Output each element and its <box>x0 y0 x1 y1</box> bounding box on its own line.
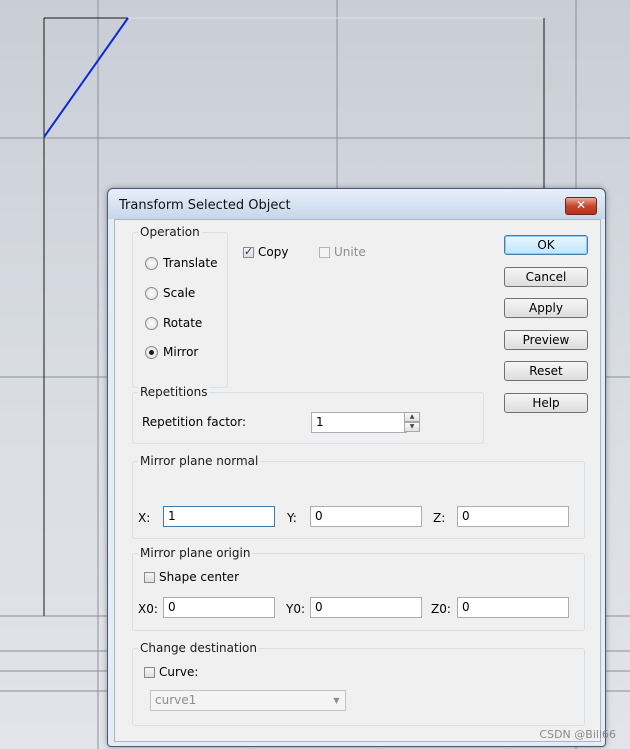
repetition-factor-input[interactable]: 1 <box>311 412 407 433</box>
radio-rotate[interactable]: Rotate <box>145 315 202 331</box>
repetitions-legend: Repetitions <box>138 385 210 399</box>
preview-button[interactable]: Preview <box>504 330 588 350</box>
curve-check-box[interactable] <box>144 666 155 678</box>
curve-dropdown[interactable]: curve1 ▼ <box>150 690 346 711</box>
shape-center-label: Shape center <box>159 570 239 584</box>
radio-label: Mirror <box>163 345 199 359</box>
radio-circle[interactable] <box>145 286 158 300</box>
mirror-origin-group: Mirror plane origin Shape center X0: 0 Y… <box>132 546 585 631</box>
cancel-button[interactable]: Cancel <box>504 267 588 287</box>
origin-y0-label: Y0: <box>286 602 306 616</box>
apply-button[interactable]: Apply <box>504 298 588 318</box>
selected-curve <box>43 17 129 138</box>
copy-checkbox[interactable]: Copy <box>243 245 288 259</box>
shape-center-check-box[interactable] <box>144 571 155 583</box>
dialog-body: Operation Translate Scale Rotate Mirror … <box>114 219 601 742</box>
copy-check-box[interactable] <box>243 245 254 258</box>
spin-up-icon[interactable]: ▲ <box>404 412 420 422</box>
radio-circle[interactable] <box>145 256 158 270</box>
radio-mirror[interactable]: Mirror <box>145 344 198 360</box>
radio-label: Scale <box>163 286 196 300</box>
normal-x-label: X: <box>138 511 151 525</box>
unite-label: Unite <box>334 245 366 259</box>
normal-y-label: Y: <box>287 511 297 525</box>
ok-button[interactable]: OK <box>504 235 588 255</box>
watermark: CSDN @Bill66 <box>539 728 616 741</box>
mirror-normal-legend: Mirror plane normal <box>138 454 261 468</box>
dialog-title: Transform Selected Object <box>119 198 291 213</box>
copy-label: Copy <box>258 245 289 259</box>
origin-y0-input[interactable]: 0 <box>310 597 422 618</box>
origin-z0-input[interactable]: 0 <box>457 597 569 618</box>
normal-x-input[interactable]: 1 <box>163 506 275 527</box>
curve-checkbox[interactable]: Curve: <box>144 665 198 679</box>
radio-scale[interactable]: Scale <box>145 285 195 301</box>
operation-group: Operation Translate Scale Rotate Mirror <box>132 225 228 388</box>
radio-circle[interactable] <box>145 345 158 359</box>
mirror-normal-group: Mirror plane normal X: 1 Y: 0 Z: 0 <box>132 454 585 539</box>
reset-button[interactable]: Reset <box>504 361 588 381</box>
origin-x0-label: X0: <box>138 602 158 616</box>
close-icon: ✕ <box>575 198 587 212</box>
spin-down-icon[interactable]: ▼ <box>404 422 420 432</box>
dialog-titlebar[interactable]: Transform Selected Object ✕ <box>108 189 605 219</box>
help-button[interactable]: Help <box>504 393 588 413</box>
repetition-factor-label: Repetition factor: <box>142 415 247 429</box>
change-destination-group: Change destination Curve: <box>132 641 585 726</box>
origin-z0-label: Z0: <box>431 602 451 616</box>
radio-circle[interactable] <box>145 316 158 330</box>
operation-legend: Operation <box>138 225 202 239</box>
change-destination-legend: Change destination <box>138 641 259 655</box>
radio-label: Translate <box>163 256 218 270</box>
repetition-spinner[interactable]: ▲ ▼ <box>404 412 420 433</box>
normal-z-input[interactable]: 0 <box>457 506 569 527</box>
transform-dialog: Transform Selected Object ✕ Operation Tr… <box>107 188 606 747</box>
mirror-origin-legend: Mirror plane origin <box>138 546 253 560</box>
close-button[interactable]: ✕ <box>565 197 597 215</box>
radio-label: Rotate <box>163 316 203 330</box>
unite-check-box[interactable] <box>319 246 330 258</box>
chevron-down-icon[interactable]: ▼ <box>328 691 345 710</box>
repetitions-group: Repetitions Repetition factor: 1 ▲ ▼ <box>132 385 484 444</box>
normal-z-label: Z: <box>433 511 446 525</box>
curve-dropdown-value: curve1 <box>155 693 197 707</box>
origin-x0-input[interactable]: 0 <box>163 597 275 618</box>
normal-y-input[interactable]: 0 <box>310 506 422 527</box>
unite-checkbox[interactable]: Unite <box>319 245 366 259</box>
radio-translate[interactable]: Translate <box>145 255 218 271</box>
curve-label: Curve: <box>159 665 199 679</box>
shape-center-checkbox[interactable]: Shape center <box>144 570 239 584</box>
